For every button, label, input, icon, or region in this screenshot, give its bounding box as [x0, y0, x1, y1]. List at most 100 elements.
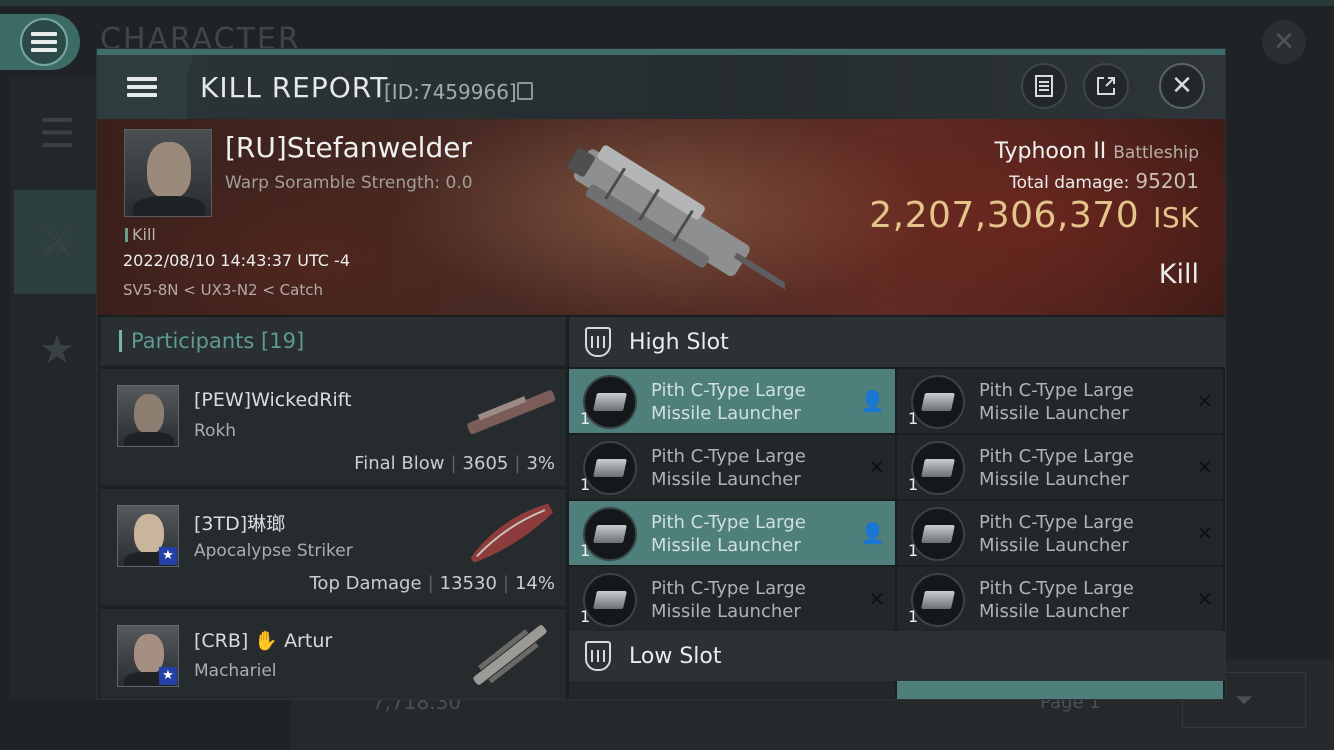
- menu-icon: [20, 18, 68, 66]
- close-icon: ✕: [1171, 71, 1193, 101]
- module-item[interactable]: 1 Pith C-Type Large Missile Launcher ✕: [897, 567, 1223, 631]
- module-quantity: 1: [580, 607, 591, 626]
- modal-header: KILL REPORT [ID:7459966] ✕: [97, 55, 1225, 119]
- copy-icon[interactable]: [517, 82, 533, 100]
- sidebar-star-icon[interactable]: ★: [14, 298, 100, 402]
- victim-ship[interactable]: Typhoon II Battleship: [994, 139, 1199, 164]
- module-item[interactable]: 1 Pith C-Type Large Missile Launcher 👤: [569, 501, 895, 565]
- low-slot-icon: [585, 641, 611, 671]
- isk-value: 2,207,306,370 ISK: [869, 195, 1199, 236]
- destroyed-icon: ✕: [1196, 587, 1213, 611]
- low-slot-item[interactable]: [569, 681, 895, 699]
- participant-row[interactable]: [PEW]WickedRift Rokh Final Blow | 3605 | 3%: [101, 367, 565, 485]
- module-name: Pith C-Type Large Missile Launcher: [979, 512, 1134, 556]
- kill-report-modal: KILL REPORT [ID:7459966] ✕ [RU]Stefanwel…: [96, 48, 1226, 700]
- destroyed-icon: ✕: [868, 455, 885, 479]
- participant-portrait[interactable]: ★: [117, 625, 179, 687]
- dropped-icon: 👤: [860, 521, 885, 545]
- document-icon: [1035, 75, 1053, 97]
- high-slot-header: High Slot: [569, 317, 1225, 367]
- module-quantity: 1: [580, 409, 591, 428]
- participant-ship: Machariel: [194, 661, 277, 681]
- star-badge-icon: ★: [159, 547, 177, 565]
- launcher-module-icon: [583, 441, 637, 495]
- module-item[interactable]: 1 Pith C-Type Large Missile Launcher ✕: [897, 501, 1223, 565]
- launcher-module-icon: [911, 507, 965, 561]
- low-slot-header: Low Slot: [569, 631, 1225, 681]
- launcher-module-icon: [911, 573, 965, 627]
- participant-name: [3TD]琳瑯: [194, 513, 286, 535]
- module-item[interactable]: 1 Pith C-Type Large Missile Launcher ✕: [897, 435, 1223, 499]
- launcher-module-icon: [911, 375, 965, 429]
- participant-portrait[interactable]: ★: [117, 505, 179, 567]
- victim-ship-image: [567, 145, 785, 290]
- fitting-panel: High Slot 1 Pith C-Type Large Missile Lau…: [569, 317, 1225, 699]
- participant-stats: Final Blow | 3605 | 3%: [354, 453, 555, 474]
- sidebar-list-icon[interactable]: ☰: [14, 82, 100, 186]
- participants-panel: Participants [19] [PEW]WickedRift Rokh F…: [97, 317, 567, 699]
- report-id: [ID:7459966]: [384, 80, 517, 104]
- kill-location[interactable]: SV5-8N < UX3-N2 < Catch: [123, 281, 323, 299]
- participants-header: Participants [19]: [101, 317, 565, 365]
- module-quantity: 1: [908, 475, 919, 494]
- module-name: Pith C-Type Large Missile Launcher: [979, 446, 1134, 490]
- module-name: Pith C-Type Large Missile Launcher: [979, 380, 1134, 424]
- module-item[interactable]: 1 Pith C-Type Large Missile Launcher ✕: [569, 567, 895, 631]
- header-slant: [169, 55, 195, 119]
- launcher-module-icon: [911, 441, 965, 495]
- participant-name: [PEW]WickedRift: [194, 389, 352, 411]
- module-item[interactable]: 1 Pith C-Type Large Missile Launcher ✕: [569, 435, 895, 499]
- modal-title: KILL REPORT: [200, 71, 389, 104]
- result-label: Kill: [1158, 259, 1199, 290]
- victim-portrait[interactable]: [124, 129, 212, 217]
- kill-datetime: 2022/08/10 14:43:37 UTC -4: [123, 251, 351, 270]
- destroyed-icon: ✕: [1196, 455, 1213, 479]
- low-slot-item[interactable]: [897, 681, 1223, 699]
- participant-ship-image: [467, 390, 556, 435]
- module-item[interactable]: 1 Pith C-Type Large Missile Launcher ✕: [897, 369, 1223, 433]
- participant-ship-image: [470, 503, 554, 563]
- launcher-module-icon: [583, 573, 637, 627]
- module-name: Pith C-Type Large Missile Launcher: [651, 512, 806, 556]
- star-badge-icon: ★: [159, 667, 177, 685]
- high-slot-icon: [585, 327, 611, 357]
- background-close-icon[interactable]: ✕: [1262, 20, 1306, 64]
- victim-subtitle: Warp Soramble Strength: 0.0: [225, 173, 473, 193]
- victim-banner: [RU]Stefanwelder Warp Soramble Strength:…: [97, 119, 1225, 315]
- module-name: Pith C-Type Large Missile Launcher: [651, 578, 806, 622]
- module-name: Pith C-Type Large Missile Launcher: [979, 578, 1134, 622]
- share-icon: [1097, 77, 1115, 95]
- destroyed-icon: ✕: [1196, 521, 1213, 545]
- launcher-module-icon: [583, 375, 637, 429]
- low-slot-label: Low Slot: [629, 644, 722, 669]
- top-bar: [0, 0, 1334, 6]
- participant-stats: Top Damage | 13530 | 14%: [309, 573, 556, 594]
- main-menu-button[interactable]: [0, 14, 80, 70]
- participant-row[interactable]: ★ [3TD]琳瑯 Apocalypse Striker Top Damage |…: [101, 487, 565, 605]
- module-quantity: 1: [908, 409, 919, 428]
- participant-name: [CRB] ✋ Artur: [194, 630, 333, 652]
- close-button[interactable]: ✕: [1159, 63, 1205, 109]
- share-button[interactable]: [1083, 63, 1129, 109]
- kill-tag: Kill: [125, 225, 156, 244]
- module-quantity: 1: [580, 541, 591, 560]
- module-item[interactable]: 1 Pith C-Type Large Missile Launcher 👤: [569, 369, 895, 433]
- module-name: Pith C-Type Large Missile Launcher: [651, 446, 806, 490]
- module-quantity: 1: [908, 607, 919, 626]
- participants-title: Participants [19]: [131, 329, 305, 353]
- participant-ship: Rokh: [194, 421, 237, 441]
- total-damage: Total damage: 95201: [1009, 169, 1199, 193]
- dropped-icon: 👤: [860, 389, 885, 413]
- participant-row[interactable]: ★ [CRB] ✋ Artur Machariel: [101, 607, 565, 699]
- high-slot-label: High Slot: [629, 330, 729, 355]
- launcher-module-icon: [583, 507, 637, 561]
- participant-ship-image: [473, 625, 547, 685]
- participant-ship: Apocalypse Striker: [194, 541, 353, 561]
- participant-portrait[interactable]: [117, 385, 179, 447]
- sidebar-combat-icon[interactable]: ⚔: [14, 190, 100, 294]
- module-quantity: 1: [580, 475, 591, 494]
- document-button[interactable]: [1021, 63, 1067, 109]
- destroyed-icon: ✕: [868, 587, 885, 611]
- module-quantity: 1: [908, 541, 919, 560]
- victim-name[interactable]: [RU]Stefanwelder: [225, 131, 472, 164]
